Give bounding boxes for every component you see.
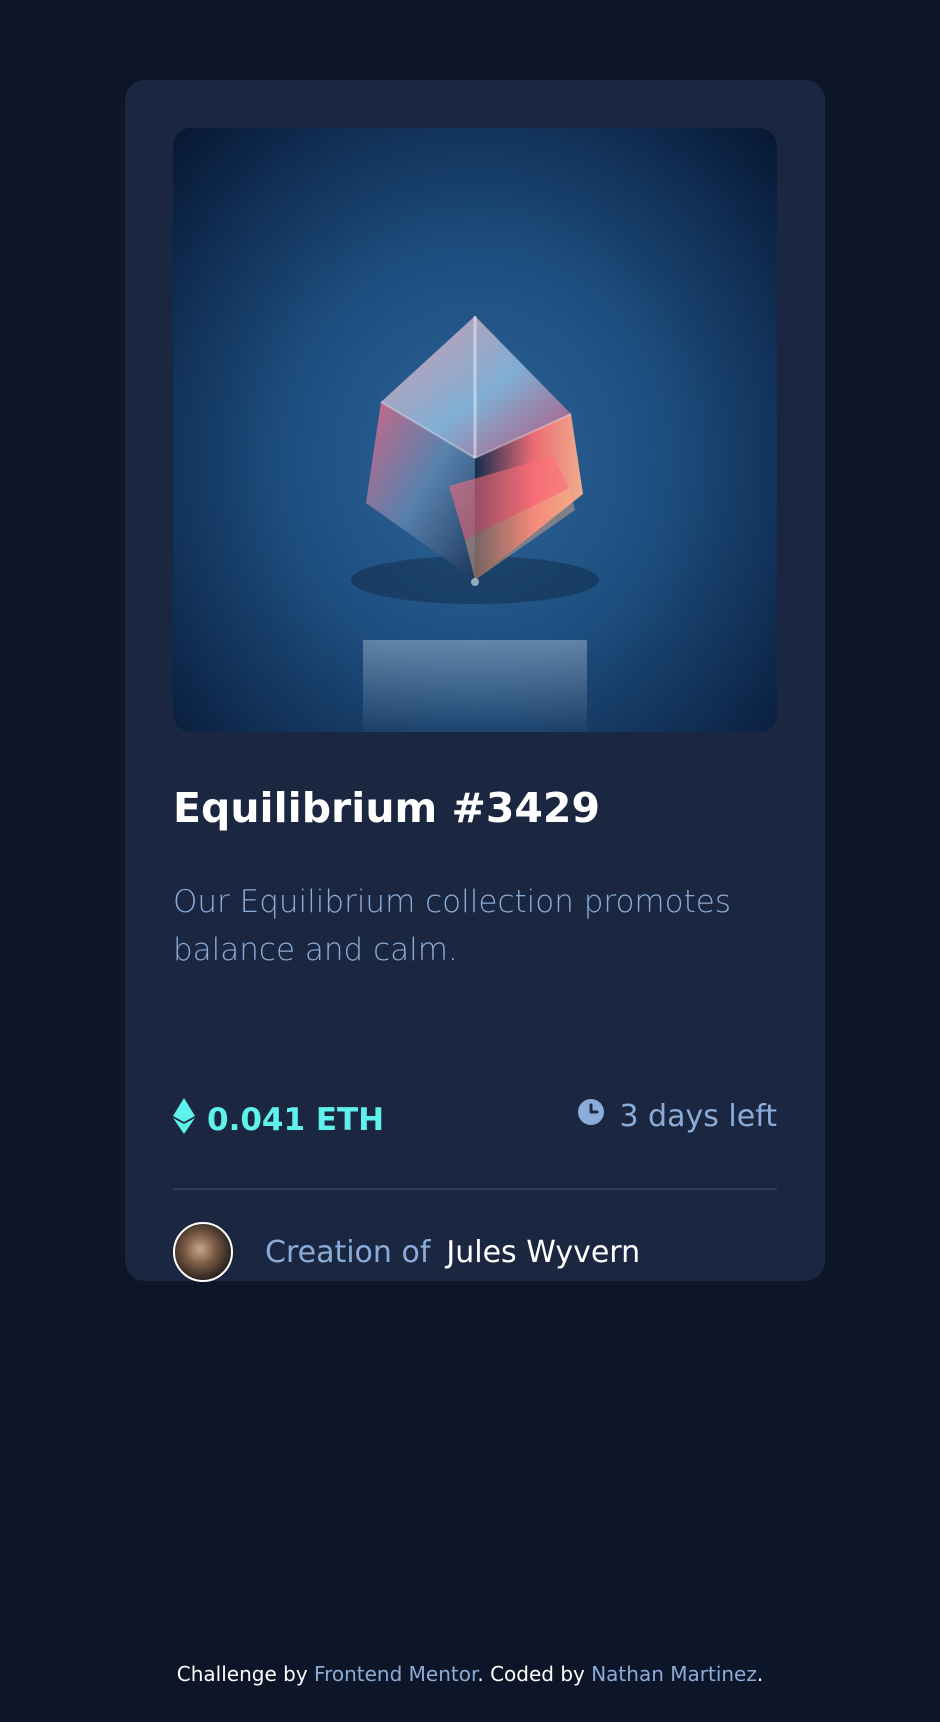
card-description: Our Equilibrium collection promotes bala…: [173, 884, 731, 968]
attribution-prefix: Challenge by: [176, 1662, 315, 1686]
creator-row: Creation of Jules Wyvern: [173, 1222, 640, 1282]
creator-name-link[interactable]: Jules Wyvern: [446, 1235, 640, 1270]
time-stat: 3 days left: [577, 1098, 777, 1134]
author-link[interactable]: Nathan Martinez: [591, 1662, 757, 1686]
price-label: 0.041 ETH: [207, 1102, 385, 1138]
creator-label: Creation of: [265, 1234, 431, 1270]
attribution-middle: . Coded by: [477, 1662, 592, 1686]
ethereum-icon: [173, 1098, 195, 1142]
attribution-suffix: .: [756, 1662, 764, 1686]
equilibrium-image[interactable]: [173, 128, 777, 732]
card-title[interactable]: Equilibrium #3429: [173, 784, 600, 833]
cube-illustration: [351, 316, 599, 732]
card-stats: 0.041 ETH 3 days left: [173, 1098, 777, 1142]
creator-avatar: [173, 1222, 233, 1282]
frontend-mentor-link[interactable]: Frontend Mentor: [314, 1662, 477, 1686]
nft-card: Equilibrium #3429 Our Equilibrium collec…: [125, 80, 825, 1282]
price-stat: 0.041 ETH: [173, 1098, 384, 1142]
card-divider: [173, 1188, 777, 1190]
attribution-footer: Challenge by Frontend Mentor. Coded by N…: [0, 1662, 940, 1686]
time-left-label: 3 days left: [619, 1098, 777, 1134]
clock-icon: [577, 1098, 605, 1134]
